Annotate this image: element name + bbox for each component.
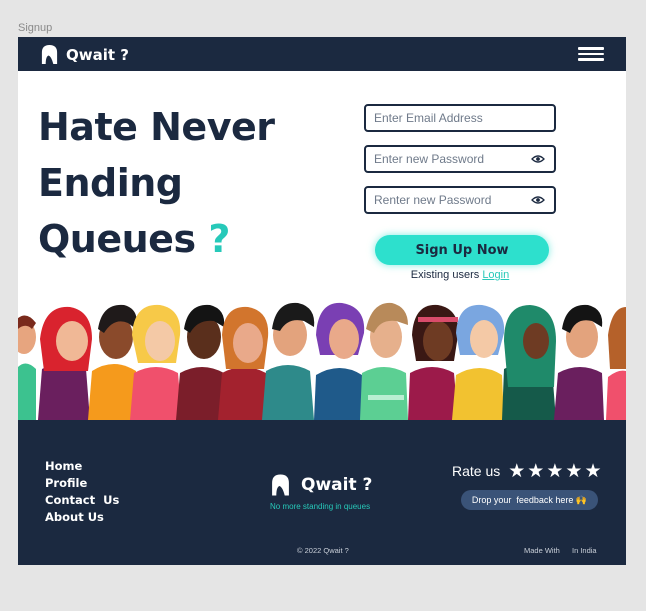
qwait-logo-icon [272, 474, 289, 496]
footer-tagline: No more standing in queues [270, 502, 371, 511]
copyright-text: © 2022 Qwait ? [297, 546, 349, 555]
star-icon[interactable]: ★ [565, 462, 582, 481]
hero-line-3: Queues ? [38, 211, 274, 267]
hero-question-mark: ? [208, 217, 230, 261]
email-input[interactable] [366, 106, 524, 130]
signup-frame: Qwait ? Hate Never Ending Queues ? Sign … [18, 37, 626, 565]
footer-logo[interactable]: Qwait ? [270, 473, 372, 497]
confirm-password-input[interactable] [366, 188, 524, 212]
crowd-illustration [18, 299, 626, 420]
footer-link-profile[interactable]: Profile [45, 475, 119, 492]
star-icon[interactable]: ★ [527, 462, 544, 481]
footer: Home Profile Contact Us About Us Qwait ?… [18, 420, 626, 565]
nav-logo[interactable]: Qwait ? [40, 44, 129, 65]
password-field[interactable] [364, 145, 556, 173]
footer-brand-name: Qwait ? [301, 475, 373, 495]
existing-users-text: Existing users [410, 269, 480, 281]
navbar: Qwait ? [18, 37, 626, 71]
eye-icon[interactable] [531, 195, 545, 205]
hero-line-2: Ending [38, 161, 183, 205]
hero-heading: Hate Never Ending Queues ? [38, 99, 275, 267]
confirm-password-field[interactable] [364, 186, 556, 214]
existing-users-line: Existing users Login [364, 269, 556, 281]
footer-links: Home Profile Contact Us About Us [45, 458, 119, 526]
rate-us-label: Rate us [452, 463, 501, 479]
hero-line-3-text: Queues [38, 217, 196, 261]
hamburger-menu-icon[interactable] [578, 47, 604, 61]
brand-name: Qwait ? [66, 45, 129, 64]
login-link[interactable]: Login [482, 269, 509, 281]
password-input[interactable] [366, 147, 524, 171]
star-icon[interactable]: ★ [508, 462, 525, 481]
in-india-text: In India [572, 546, 597, 555]
eye-icon[interactable] [531, 154, 545, 164]
made-with-text: Made With [524, 546, 560, 555]
qwait-logo-icon [41, 45, 58, 64]
frame-label: Signup [18, 22, 53, 34]
feedback-button[interactable]: Drop your feedback here 🙌 [461, 490, 598, 510]
star-icon[interactable]: ★ [584, 462, 601, 481]
footer-link-home[interactable]: Home [45, 458, 119, 475]
star-icon[interactable]: ★ [546, 462, 563, 481]
footer-link-contact[interactable]: Contact Us [45, 492, 119, 509]
hero-line-1: Hate Never [38, 105, 275, 149]
rating-row: Rate us ★ ★ ★ ★ ★ [452, 462, 603, 481]
footer-link-about[interactable]: About Us [45, 509, 119, 526]
email-field[interactable] [364, 104, 556, 132]
sign-up-button[interactable]: Sign Up Now [375, 235, 549, 265]
